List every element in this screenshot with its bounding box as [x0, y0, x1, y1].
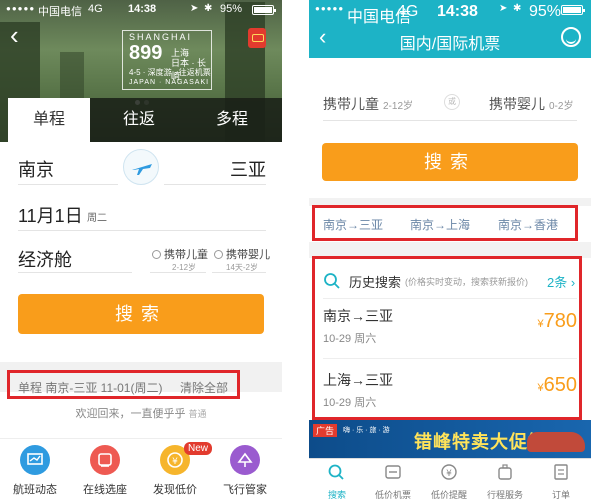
infant-label: 携带婴儿 [489, 96, 545, 112]
infant-radio-icon [214, 250, 223, 259]
left-screen: SHANGHAI 899 上海 日本 · 长崎 4-5 · 深度游 · 往返机票… [0, 0, 282, 500]
clock: 14:38 [128, 3, 157, 15]
banner-line1: SHANGHAI [129, 32, 193, 42]
page-title: 国内/国际机票 [399, 36, 501, 53]
tab-low-price-tickets[interactable]: 低价机票 [365, 463, 421, 500]
car-image [527, 432, 585, 452]
svg-text:¥: ¥ [172, 457, 178, 467]
location-icon: ➤ [190, 3, 199, 14]
tab-multi-city[interactable]: 多程 [190, 98, 274, 142]
infant-option[interactable]: 携带婴儿 0-2岁 [489, 94, 573, 114]
child-label: 携带儿童 [323, 96, 379, 112]
back-button[interactable]: ‹ [10, 22, 38, 50]
banner-line4: 4-5 · 深度游 · 往返机票 [129, 68, 211, 77]
carrier: 中国电信 [38, 6, 82, 18]
banner-line5: JAPAN · NAGASAKI [129, 79, 210, 86]
flight-status-button[interactable]: 航班动态 [0, 445, 70, 497]
signal-icon: ●●●●● [315, 4, 345, 13]
right-screen: ●●●●● 中国电信 4G 14:38 ➤ ✱ 95% ‹ 国内/国际机票 携带… [309, 0, 591, 500]
highlight-box [312, 205, 578, 241]
battery-icon [252, 5, 276, 15]
flight-butler-label: 飞行管家 [223, 484, 267, 496]
bluetooth-icon: ✱ [513, 3, 522, 14]
cabin-class[interactable]: 经济舱 [18, 246, 72, 272]
tab-orders-label: 订单 [551, 490, 570, 500]
battery-percent: 95% [220, 3, 243, 15]
new-badge: New [184, 442, 213, 455]
member-tag: 普通 [188, 409, 207, 419]
search-form: 南京 三亚 11月1日 周二 经济舱 携带儿童 2-12岁 携带婴儿 14天-2… [8, 142, 282, 354]
tab-orders[interactable]: 订单 [533, 463, 589, 500]
service-smile-icon[interactable] [561, 27, 581, 47]
highlight-box [7, 370, 240, 399]
to-city[interactable]: 三亚 [230, 156, 266, 182]
trip-type-tabs: 单程 往返 多程 [8, 98, 282, 142]
red-packet-icon[interactable] [248, 28, 266, 48]
highlight-box [312, 256, 582, 420]
luggage-icon [498, 464, 512, 480]
infant-label: 携带婴儿 [226, 249, 270, 261]
location-icon: ➤ [499, 3, 508, 14]
tab-price-alert[interactable]: ¥ 低价提醒 [421, 463, 477, 500]
from-city[interactable]: 南京 [18, 156, 54, 182]
battery-icon [561, 5, 585, 15]
search-button[interactable]: 搜索 [322, 143, 578, 181]
service-bar: 航班动态 在线选座 ¥ 发现低价 飞行管家 [0, 438, 282, 500]
battery-percent: 95% [529, 3, 562, 20]
plane-icon [132, 164, 152, 175]
network: 4G [397, 3, 419, 20]
ticket-icon [385, 465, 401, 479]
child-radio-icon [152, 250, 161, 259]
flight-status-icon [20, 445, 50, 475]
tab-one-way[interactable]: 单程 [8, 98, 90, 142]
tab-search-label: 搜索 [327, 490, 346, 500]
low-price-label: 发现低价 [153, 484, 197, 496]
clock: 14:38 [437, 3, 478, 20]
tab-trip-service[interactable]: 行程服务 [477, 463, 533, 500]
seat-icon [90, 445, 120, 475]
depart-date[interactable]: 11月1日 [18, 202, 83, 228]
flight-butler-button[interactable]: 飞行管家 [210, 445, 280, 497]
banner-price: 899 [129, 42, 163, 64]
seat-select-label: 在线选座 [83, 484, 127, 496]
status-bar: ●●●●● 中国电信 4G 14:38 ➤ ✱ 95% [0, 0, 282, 20]
tab-search[interactable]: 搜索 [309, 463, 365, 500]
ad-banner[interactable]: 广告 嗨 · 乐 · 旅 · 游 错峰特卖大促销 [309, 420, 591, 458]
child-option[interactable]: 携带儿童 2-12岁 [323, 94, 413, 114]
search-icon [328, 464, 344, 480]
child-option[interactable]: 携带儿童 2-12岁 [152, 246, 208, 272]
ad-sub: 嗨 · 乐 · 旅 · 游 [343, 427, 390, 434]
svg-text:¥: ¥ [446, 469, 452, 479]
yen-icon: ¥ [441, 464, 457, 480]
tab-low-price-tickets-label: 低价机票 [374, 490, 411, 500]
tab-round-trip[interactable]: 往返 [98, 98, 180, 142]
signal-icon: ●●●●● [6, 4, 36, 13]
search-button[interactable]: 搜索 [18, 294, 264, 334]
seat-select-button[interactable]: 在线选座 [70, 445, 140, 497]
depart-weekday: 周二 [87, 213, 107, 224]
network: 4G [88, 3, 103, 15]
welcome-text: 欢迎回来，一直便乎乎 [75, 408, 186, 420]
banner-card: SHANGHAI 899 上海 日本 · 长崎 4-5 · 深度游 · 往返机票… [122, 30, 212, 90]
tab-trip-service-label: 行程服务 [486, 490, 523, 500]
butler-icon [230, 445, 260, 475]
bluetooth-icon: ✱ [204, 3, 213, 14]
welcome-line: 欢迎回来，一直便乎乎 普通 [0, 405, 282, 421]
child-label: 携带儿童 [164, 249, 208, 261]
infant-age: 0-2岁 [549, 101, 574, 112]
swap-cities-button[interactable] [123, 149, 159, 185]
tab-price-alert-label: 低价提醒 [430, 490, 467, 500]
or-separator: 或 [444, 94, 460, 110]
tab-bar: 搜索 低价机票 ¥ 低价提醒 行程服务 订单 [309, 458, 591, 500]
flight-status-label: 航班动态 [13, 484, 57, 496]
ad-tag: 广告 [313, 424, 338, 437]
child-age: 2-12岁 [383, 101, 414, 112]
order-list-icon [554, 464, 568, 480]
infant-option[interactable]: 携带婴儿 14天-2岁 [214, 246, 270, 272]
